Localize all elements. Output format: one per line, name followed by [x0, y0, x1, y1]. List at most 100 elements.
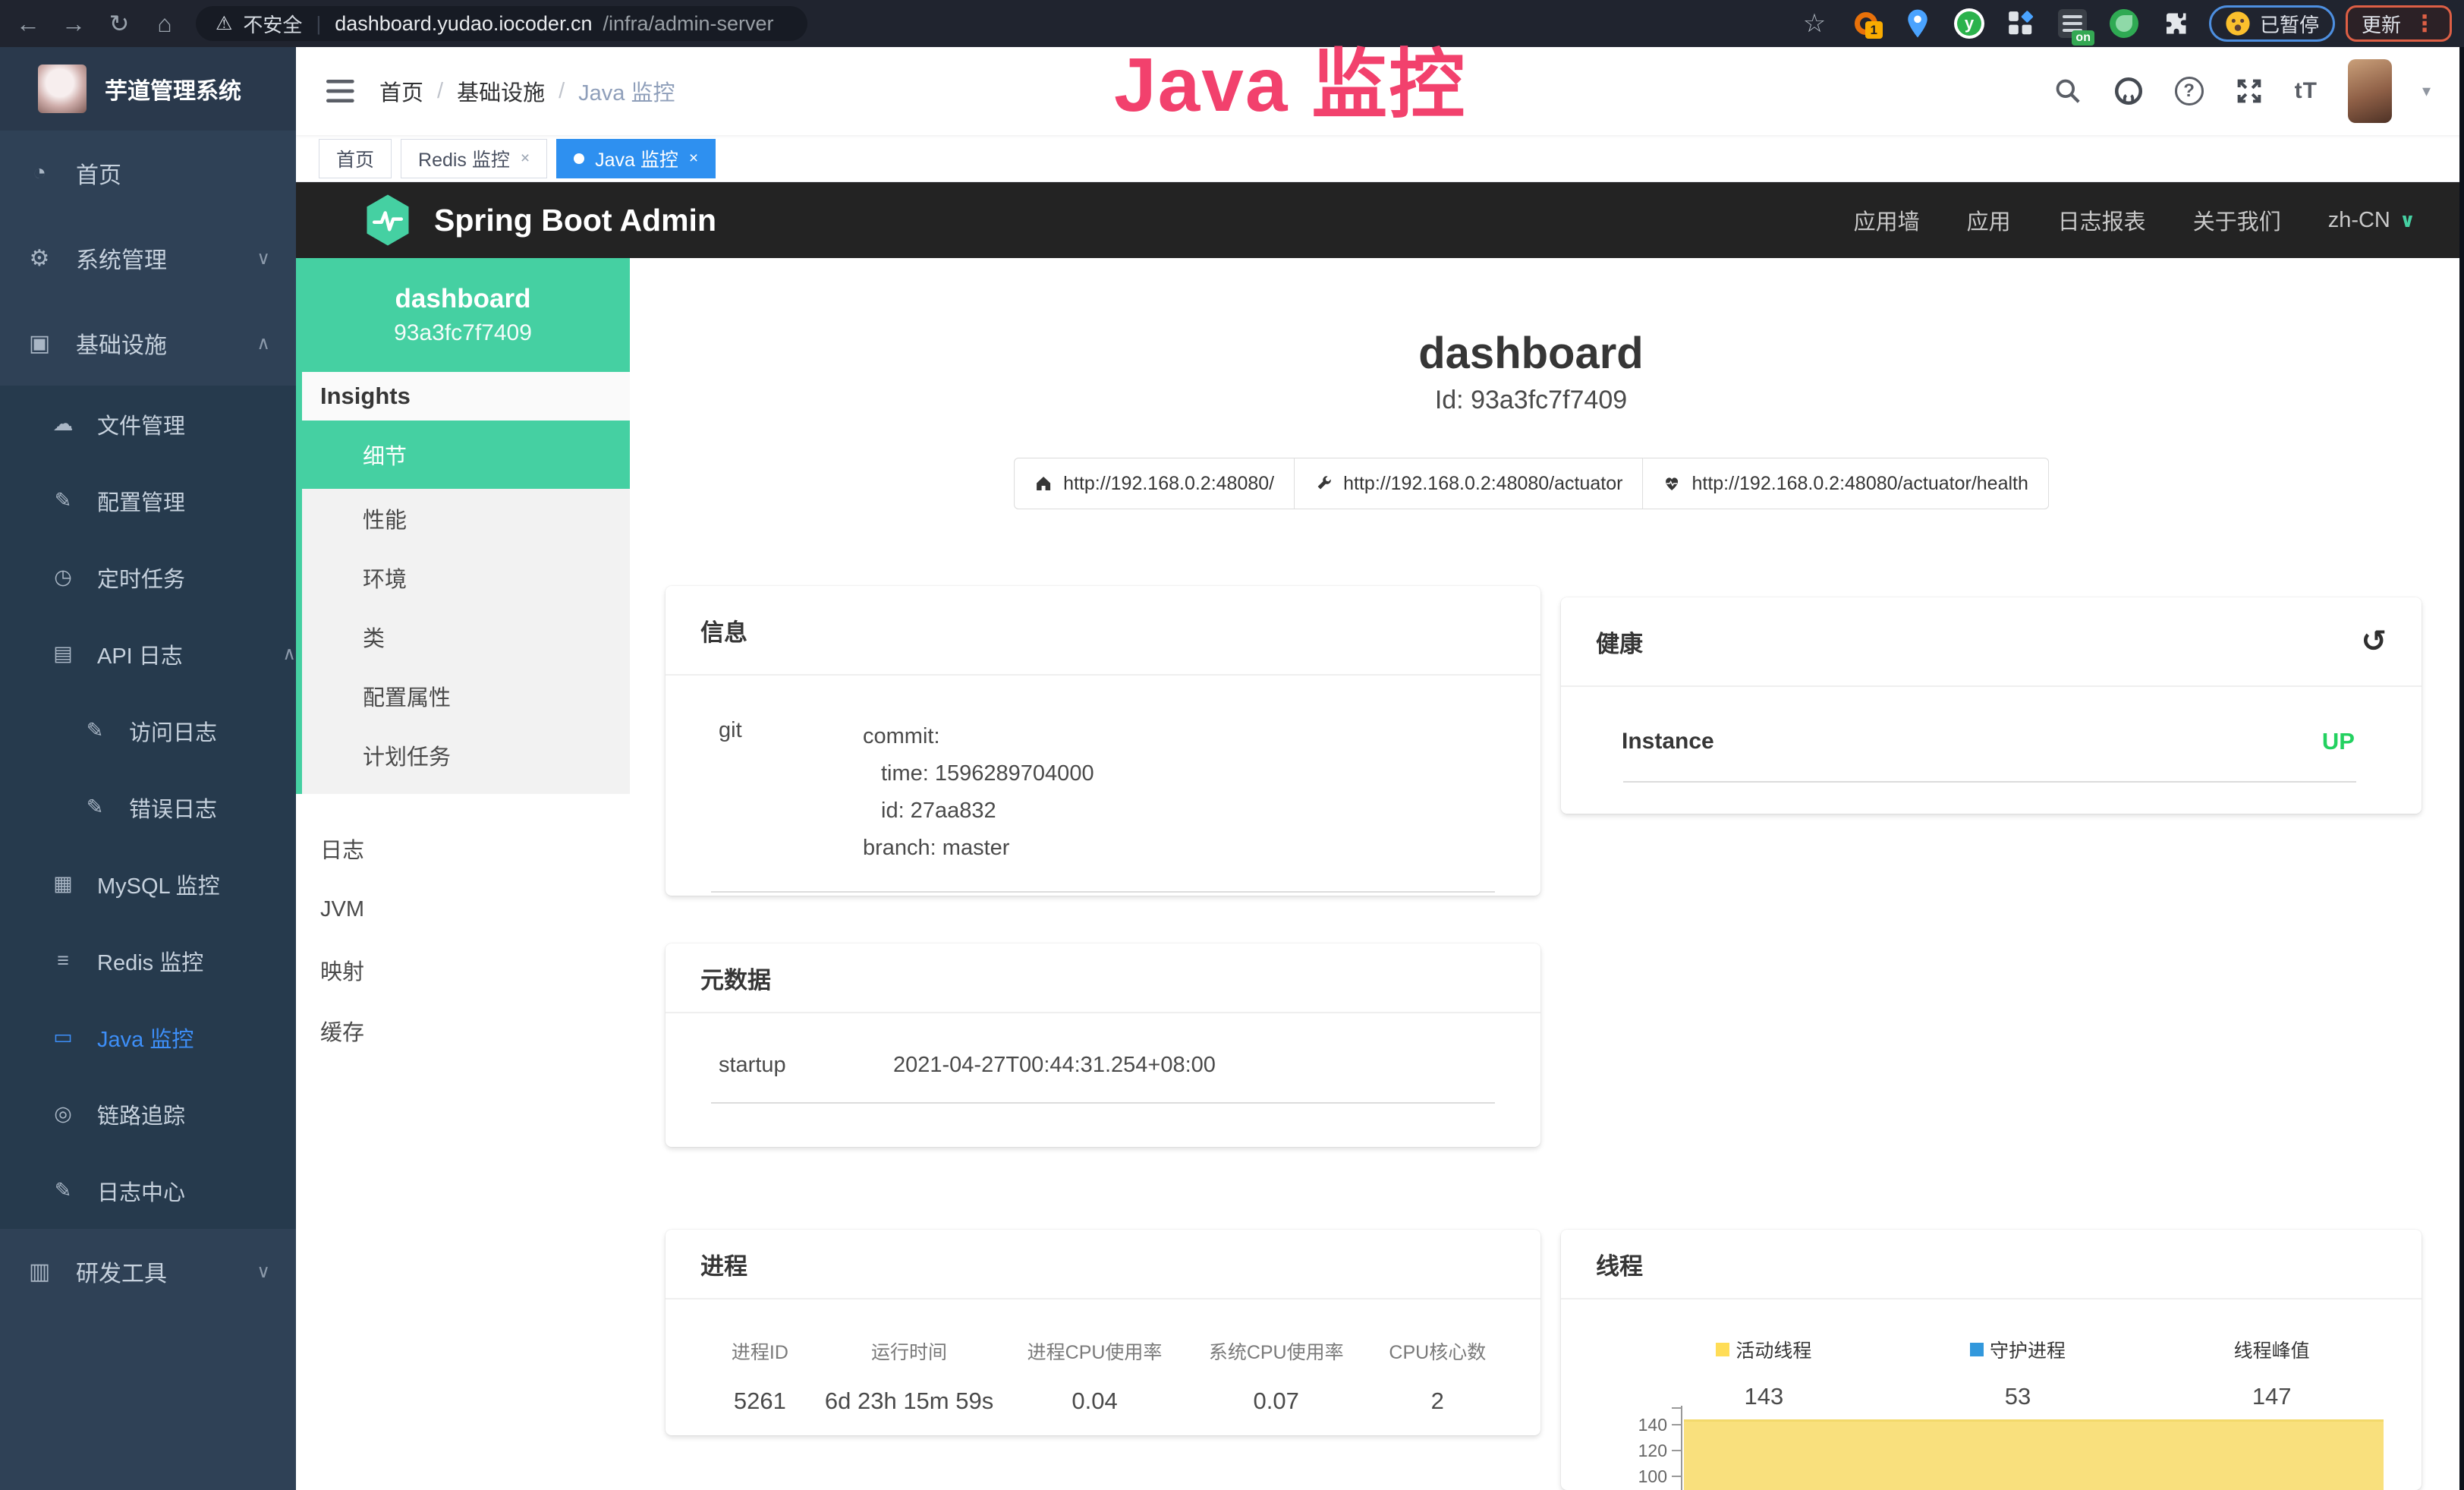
sidebar-item-files[interactable]: ☁ 文件管理: [0, 386, 296, 462]
endpoint-home-button[interactable]: http://192.168.0.2:48080/: [1014, 458, 1295, 509]
extension-on-switch-icon[interactable]: on: [2047, 9, 2098, 38]
sba-item-classes[interactable]: 类: [302, 607, 630, 666]
text-size-icon[interactable]: tT: [2295, 78, 2318, 104]
sba-nav-about[interactable]: 关于我们: [2193, 204, 2281, 236]
instance-id-line: Id: 93a3fc7f7409: [630, 386, 2432, 415]
screen: ← → ↻ ⌂ ⚠ 不安全 | dashboard.yudao.iocoder.…: [0, 0, 2464, 1490]
sidebar-item-tracing[interactable]: ◎ 链路追踪: [0, 1076, 296, 1152]
heart-pulse-icon: [1663, 474, 1681, 493]
sba-item-logs[interactable]: 日志: [296, 818, 630, 879]
sidebar-item-error-log[interactable]: ✎ 错误日志: [0, 769, 296, 846]
close-icon[interactable]: ×: [521, 150, 530, 168]
sidebar-item-config[interactable]: ✎ 配置管理: [0, 462, 296, 539]
sidebar-item-infra[interactable]: ▣ 基础设施 ∧: [0, 301, 296, 386]
extensions-puzzle-icon[interactable]: [2150, 10, 2201, 37]
question-glyph: ?: [2183, 80, 2195, 102]
address-divider: |: [313, 12, 324, 36]
sidebar-item-access-log[interactable]: ✎ 访问日志: [0, 692, 296, 769]
history-icon[interactable]: ↺: [2361, 624, 2387, 659]
sidebar-item-redis-monitor[interactable]: ≡ Redis 监控: [0, 922, 296, 999]
extension-colab-icon[interactable]: 1: [1840, 12, 1892, 35]
edit-icon: ✎: [50, 1179, 76, 1202]
sba-locale-select[interactable]: zh-CN ∨: [2328, 208, 2415, 233]
sba-sidebar-items: 日志 JVM 映射 缓存: [296, 818, 630, 1061]
update-button[interactable]: 更新 ⋮: [2346, 5, 2452, 42]
home-icon: [1034, 474, 1053, 493]
extension-y-icon[interactable]: y: [1943, 8, 1995, 39]
sba-item-details[interactable]: 细节: [302, 421, 630, 489]
on-badge: on: [2072, 30, 2094, 46]
bookmark-star-icon[interactable]: ☆: [1803, 8, 1826, 39]
sba-sidebar: dashboard 93a3fc7f7409 Insights 细节 性能 环境…: [296, 258, 630, 1490]
browser-back-icon[interactable]: ←: [11, 10, 46, 38]
sba-nav: 应用墙 应用 日志报表 关于我们 zh-CN ∨: [1854, 204, 2415, 236]
chevron-down-icon: ∨: [256, 1261, 270, 1283]
sidebar-item-java-monitor[interactable]: ▭ Java 监控: [0, 999, 296, 1076]
sidebar-item-mysql-monitor[interactable]: ▦ MySQL 监控: [0, 846, 296, 922]
endpoint-actuator-button[interactable]: http://192.168.0.2:48080/actuator: [1295, 458, 1643, 509]
dashboard-icon: ◔: [26, 160, 53, 186]
instance-header[interactable]: dashboard 93a3fc7f7409: [296, 258, 630, 372]
metadata-row: startup 2021-04-27T00:44:31.254+08:00: [666, 1013, 1540, 1078]
git-commit-label: commit:: [863, 718, 1094, 755]
hamburger-icon[interactable]: [326, 78, 357, 104]
user-avatar[interactable]: [2348, 59, 2392, 123]
tab-redis-monitor[interactable]: Redis 监控 ×: [401, 139, 547, 178]
help-icon[interactable]: ?: [2175, 77, 2204, 106]
sba-item-mappings[interactable]: 映射: [296, 940, 630, 1000]
tab-java-monitor[interactable]: Java 监控 ×: [556, 139, 716, 178]
github-icon[interactable]: [2113, 75, 2145, 107]
browser-reload-icon[interactable]: ↻: [102, 9, 137, 38]
sba-item-environment[interactable]: 环境: [302, 548, 630, 607]
browser-forward-icon[interactable]: →: [56, 10, 91, 38]
url-host: dashboard.yudao.iocoder.cn: [335, 12, 592, 36]
sba-item-jvm[interactable]: JVM: [296, 879, 630, 940]
close-icon[interactable]: ×: [689, 150, 698, 168]
stack-icon: ≡: [50, 949, 76, 972]
sba-nav-wallboard[interactable]: 应用墙: [1854, 204, 1920, 236]
annotation-text: Java 监控: [1114, 23, 1466, 133]
sba-nav-journal[interactable]: 日志报表: [2058, 204, 2146, 236]
fullscreen-icon[interactable]: [2234, 76, 2264, 106]
endpoint-health-button[interactable]: http://192.168.0.2:48080/actuator/health: [1643, 458, 2048, 509]
sidebar-item-system[interactable]: ⚙ 系统管理 ∨: [0, 216, 296, 301]
git-commit-time: time: 1596289704000: [863, 755, 1094, 792]
extension-pin-icon[interactable]: [1892, 8, 1943, 39]
browser-menu-dots-icon[interactable]: ⋮: [2413, 11, 2436, 37]
cloud-upload-icon: ☁: [50, 412, 76, 436]
sba-item-config-props[interactable]: 配置属性: [302, 666, 630, 726]
sba-brand-title: Spring Boot Admin: [434, 203, 716, 238]
sba-item-caches[interactable]: 缓存: [296, 1000, 630, 1061]
y-axis-tick: 120: [1614, 1441, 1667, 1461]
row-divider: [1623, 781, 2356, 783]
breadcrumb-home[interactable]: 首页: [379, 75, 423, 107]
stat-value: 0.04: [1002, 1388, 1187, 1415]
sidebar-item-log-center[interactable]: ✎ 日志中心: [0, 1152, 296, 1229]
edit-icon: ✎: [50, 489, 76, 512]
sidebar-item-dev-tools[interactable]: ▥ 研发工具 ∨: [0, 1229, 296, 1314]
url-path: /infra/admin-server: [603, 12, 773, 36]
extension-grid-icon[interactable]: [1995, 9, 2047, 38]
info-card: 信息 git commit: time: 1596289704000 id: 2…: [666, 586, 1540, 896]
sidebar-item-api-log[interactable]: ▤ API 日志 ∧: [0, 616, 296, 692]
browser-home-icon[interactable]: ⌂: [147, 10, 182, 38]
sba-item-metrics[interactable]: 性能: [302, 489, 630, 548]
avatar-caret-icon[interactable]: ▾: [2422, 81, 2431, 101]
breadcrumb-infra[interactable]: 基础设施: [457, 75, 545, 107]
not-secure-warning-icon: ⚠: [216, 12, 232, 35]
stat-value: 6d 23h 15m 59s: [817, 1388, 1002, 1415]
sidebar-item-home[interactable]: ◔ 首页: [0, 131, 296, 216]
profile-paused-pill[interactable]: 已暂停: [2209, 5, 2335, 42]
extension-leaf-search-icon[interactable]: [2098, 9, 2150, 38]
stat-header: 进程ID: [703, 1337, 817, 1365]
sidebar-item-scheduled-jobs[interactable]: ◷ 定时任务: [0, 539, 296, 616]
tab-home[interactable]: 首页: [319, 139, 392, 178]
sba-nav-applications[interactable]: 应用: [1967, 204, 2011, 236]
address-bar[interactable]: ⚠ 不安全 | dashboard.yudao.iocoder.cn/infra…: [196, 6, 807, 41]
search-icon[interactable]: [2053, 77, 2082, 106]
stat-header: 进程CPU使用率: [1002, 1337, 1187, 1365]
update-label: 更新: [2362, 10, 2401, 38]
app-logo: [38, 65, 87, 113]
health-instance-label: Instance: [1622, 729, 1714, 754]
sba-item-scheduled-tasks[interactable]: 计划任务: [302, 726, 630, 785]
